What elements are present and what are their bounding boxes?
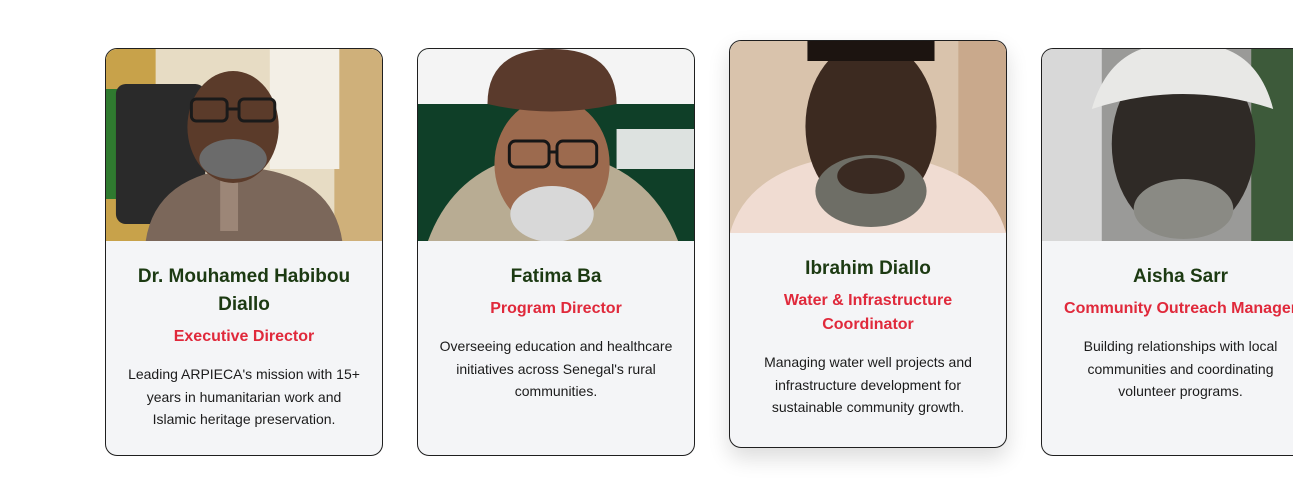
member-photo [730, 41, 1006, 233]
member-name: Dr. Mouhamed Habibou Diallo [137, 266, 351, 315]
member-photo [106, 49, 382, 241]
member-name: Ibrahim Diallo [805, 258, 931, 279]
team-member-card[interactable]: Fatima Ba Program Director Overseeing ed… [417, 48, 695, 456]
member-name: Fatima Ba [510, 266, 602, 287]
team-member-card[interactable]: Dr. Mouhamed Habibou Diallo Executive Di… [105, 48, 383, 456]
member-description: Overseeing education and healthcare init… [439, 338, 673, 399]
member-description: Building relationships with local commun… [1083, 338, 1278, 399]
member-description: Managing water well projects and infrast… [764, 354, 972, 415]
team-carousel: Dr. Mouhamed Habibou Diallo Executive Di… [0, 0, 1293, 498]
member-role: Water & Infrastructure Coordinator [783, 292, 953, 333]
member-photo [1042, 49, 1293, 241]
member-description: Leading ARPIECA's mission with 15+ years… [128, 366, 360, 427]
member-role: Executive Director [173, 328, 315, 345]
team-member-card[interactable]: Aisha Sarr Community Outreach Manager Bu… [1041, 48, 1293, 456]
member-role: Program Director [490, 300, 622, 317]
member-role: Community Outreach Manager [1064, 300, 1293, 317]
member-name: Aisha Sarr [1132, 266, 1229, 287]
member-photo [418, 49, 694, 241]
team-member-card[interactable]: Ibrahim Diallo Water & Infrastructure Co… [729, 40, 1007, 448]
